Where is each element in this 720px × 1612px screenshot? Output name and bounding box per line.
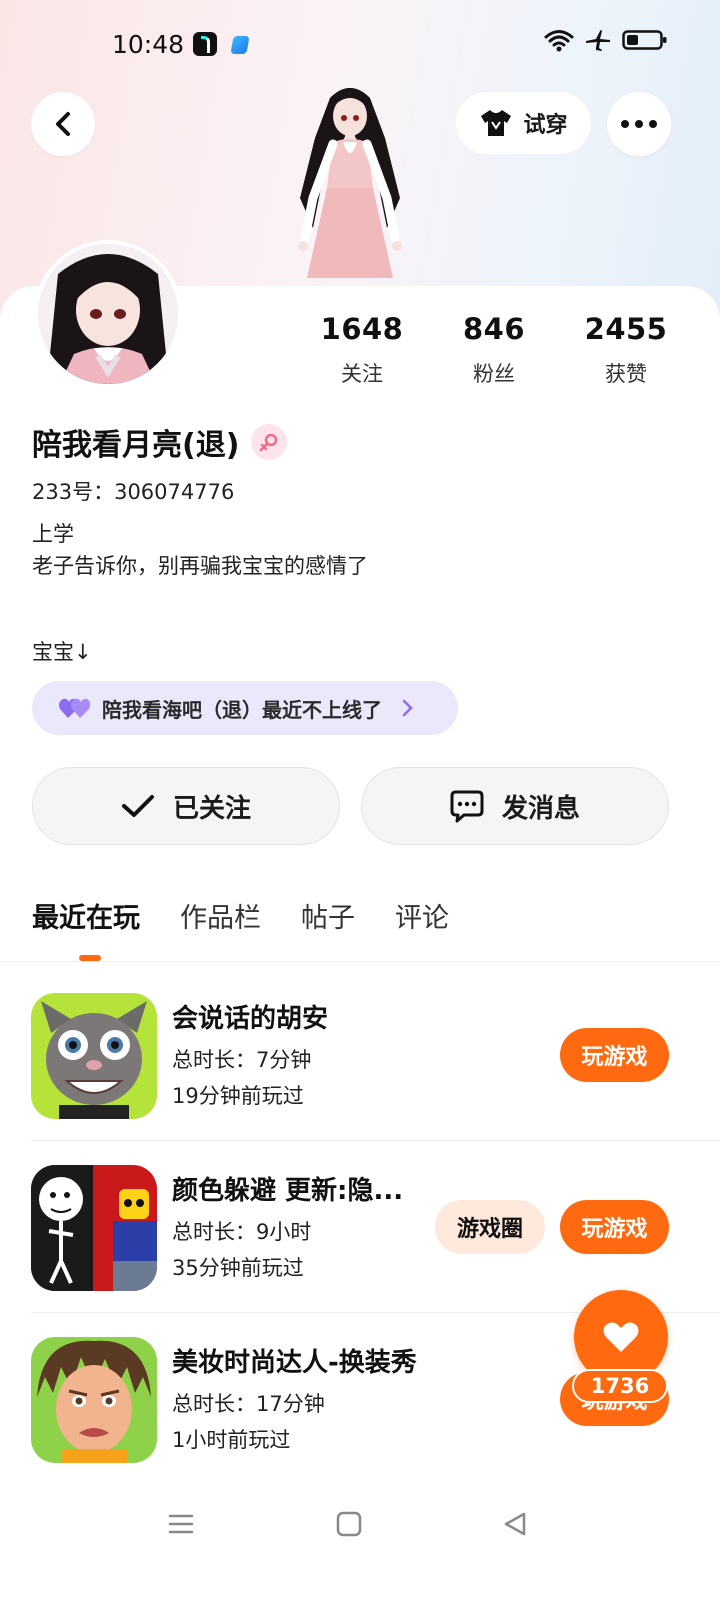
avatar[interactable] (34, 240, 182, 388)
try-on-label: 试穿 (523, 113, 568, 138)
game-last-played: 1小时前玩过 (172, 1428, 291, 1452)
stat-label: 关注 (341, 362, 383, 386)
stat-value: 2455 (584, 312, 668, 346)
nickname: 陪我看月亮(退) (32, 428, 240, 463)
nickname-row: 陪我看月亮(退) (32, 420, 288, 464)
battery-icon (622, 30, 667, 50)
game-title: 会说话的胡安 (172, 1004, 329, 1034)
game-duration: 总时长：7分钟 (172, 1048, 312, 1072)
more-button[interactable] (607, 92, 671, 156)
send-message-button[interactable]: 发消息 (361, 767, 669, 845)
stat-label: 粉丝 (473, 362, 515, 386)
back-triangle-icon[interactable] (501, 1510, 529, 1538)
tiktok-lite-icon (193, 32, 217, 56)
female-gender-icon (251, 424, 288, 460)
more-dots-icon (621, 120, 657, 128)
cp-text: 陪我看海吧（退）最近不上线了 (102, 697, 382, 722)
send-message-label: 发消息 (501, 793, 580, 824)
character-figure (298, 88, 402, 278)
tab-comments[interactable]: 评论 (395, 896, 449, 935)
bio-extra: 宝宝↓ (32, 640, 92, 664)
bio: 上学 老子告诉你，别再骗我宝宝的感情了 (32, 518, 368, 582)
tab-posts[interactable]: 帖子 (301, 896, 355, 935)
stat-value: 1648 (320, 312, 404, 346)
airplane-icon (586, 30, 610, 51)
followed-button[interactable]: 已关注 (32, 767, 340, 845)
game-last-played: 19分钟前玩过 (172, 1084, 304, 1108)
bio-line: 上学 (32, 522, 74, 546)
avatar-image (38, 244, 178, 384)
wifi-icon (544, 30, 574, 52)
game-list-item[interactable]: 颜色躲避 更新:隐... 总时长：9小时 35分钟前玩过 游戏圈 玩游戏 (0, 1134, 720, 1306)
stat-likes[interactable]: 2455 获赞 (561, 312, 691, 388)
followed-label: 已关注 (172, 793, 251, 824)
tab-works[interactable]: 作品栏 (180, 896, 261, 935)
status-time: 10:48 (112, 30, 185, 59)
tshirt-icon (481, 110, 512, 136)
play-game-button[interactable]: 玩游戏 (560, 1200, 669, 1254)
game-title: 美妆时尚达人-换装秀 (172, 1348, 417, 1378)
stat-label: 获赞 (605, 362, 647, 386)
stat-fans[interactable]: 846 粉丝 (429, 312, 559, 388)
game-duration: 总时长：9小时 (172, 1220, 312, 1244)
user-id: 233号：306074776 (32, 480, 235, 504)
game-list-item[interactable]: 会说话的胡安 总时长：7分钟 19分钟前玩过 玩游戏 (0, 962, 720, 1134)
profile-tabs: 最近在玩 作品栏 帖子 评论 (32, 896, 489, 935)
like-count: 1736 (572, 1369, 668, 1403)
game-title: 颜色躲避 更新:隐... (172, 1176, 404, 1206)
game-circle-button[interactable]: 游戏圈 (435, 1200, 545, 1254)
game-duration: 总时长：17分钟 (172, 1392, 325, 1416)
tab-recently-played[interactable]: 最近在玩 (32, 896, 140, 935)
cp-relation-bar[interactable]: 陪我看海吧（退）最近不上线了 (32, 681, 458, 735)
system-nav-bar (0, 1490, 720, 1560)
game-thumbnail[interactable] (31, 1165, 157, 1291)
stats-row: 1648 关注 846 粉丝 2455 获赞 (300, 312, 700, 392)
play-game-button[interactable]: 玩游戏 (560, 1028, 669, 1082)
game-thumbnail[interactable] (31, 1337, 157, 1463)
bio-line: 老子告诉你，别再骗我宝宝的感情了 (32, 554, 368, 578)
stat-following[interactable]: 1648 关注 (297, 312, 427, 388)
game-thumbnail[interactable] (31, 993, 157, 1119)
menu-icon[interactable] (167, 1510, 195, 1538)
status-icons (544, 28, 668, 52)
chat-bubble-icon (450, 790, 484, 823)
try-on-button[interactable]: 试穿 (456, 92, 591, 154)
game-last-played: 35分钟前玩过 (172, 1256, 304, 1280)
heart-icon (603, 1322, 639, 1352)
back-button[interactable] (31, 92, 95, 156)
blue-app-icon (230, 36, 250, 54)
stat-value: 846 (462, 312, 526, 346)
home-icon[interactable] (335, 1510, 363, 1538)
chevron-right-icon (402, 699, 413, 717)
double-heart-icon (59, 698, 91, 718)
check-icon (121, 795, 154, 817)
chevron-left-icon (56, 112, 70, 136)
